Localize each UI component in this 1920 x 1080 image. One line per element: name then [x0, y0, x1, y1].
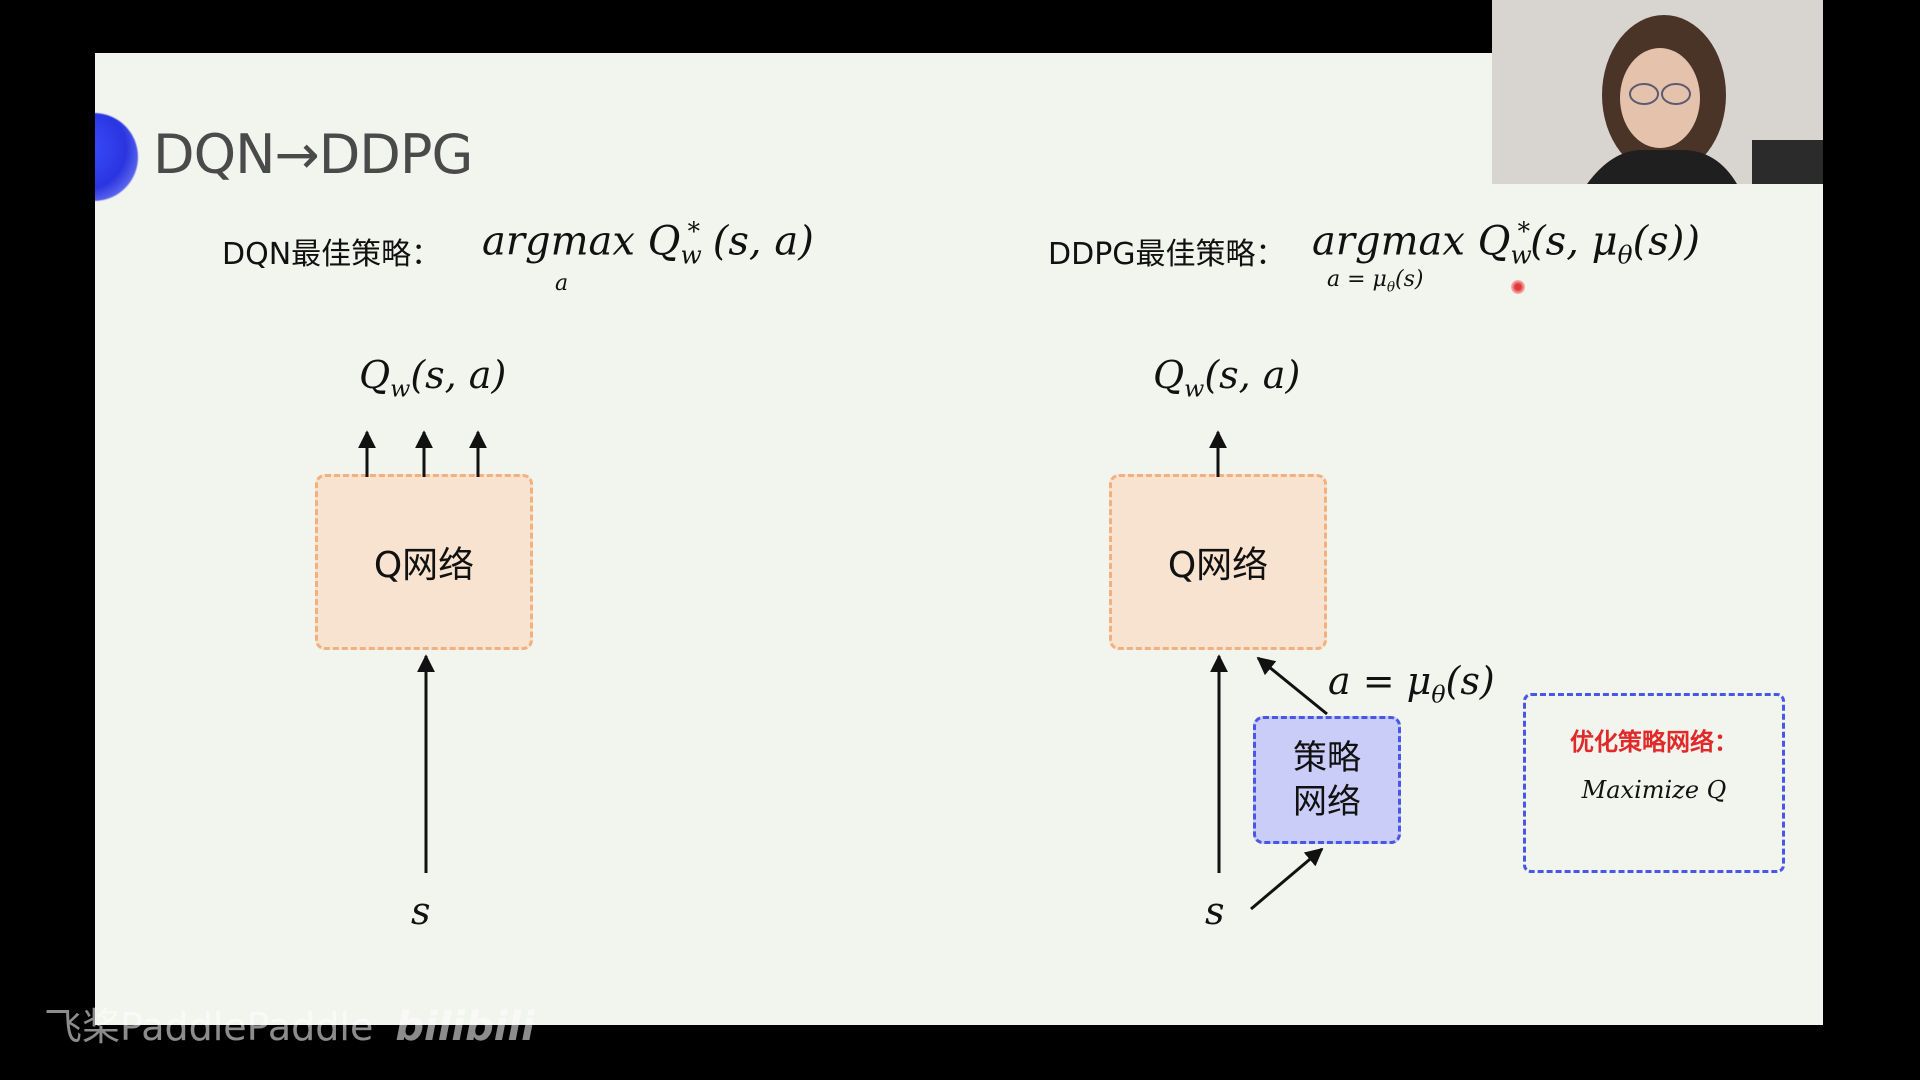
presenter-video — [1492, 0, 1823, 184]
paddle-brand: 飞桨PaddlePaddle — [44, 1005, 374, 1049]
ddpg-action-arrow — [1256, 656, 1328, 716]
laser-pointer — [1511, 280, 1525, 294]
video-watermark: 飞桨PaddlePaddle bilibili — [44, 996, 535, 1051]
ddpg-state-to-policy-arrow — [1250, 847, 1324, 911]
webcam-overlay — [1492, 0, 1823, 184]
slide: DQN→DDPG DQN最佳策略： argmax Qw* (s, a) a Qw… — [95, 53, 1823, 1025]
diagram-arrows — [358, 430, 1328, 911]
bilibili-logo: bilibili — [395, 1004, 535, 1050]
